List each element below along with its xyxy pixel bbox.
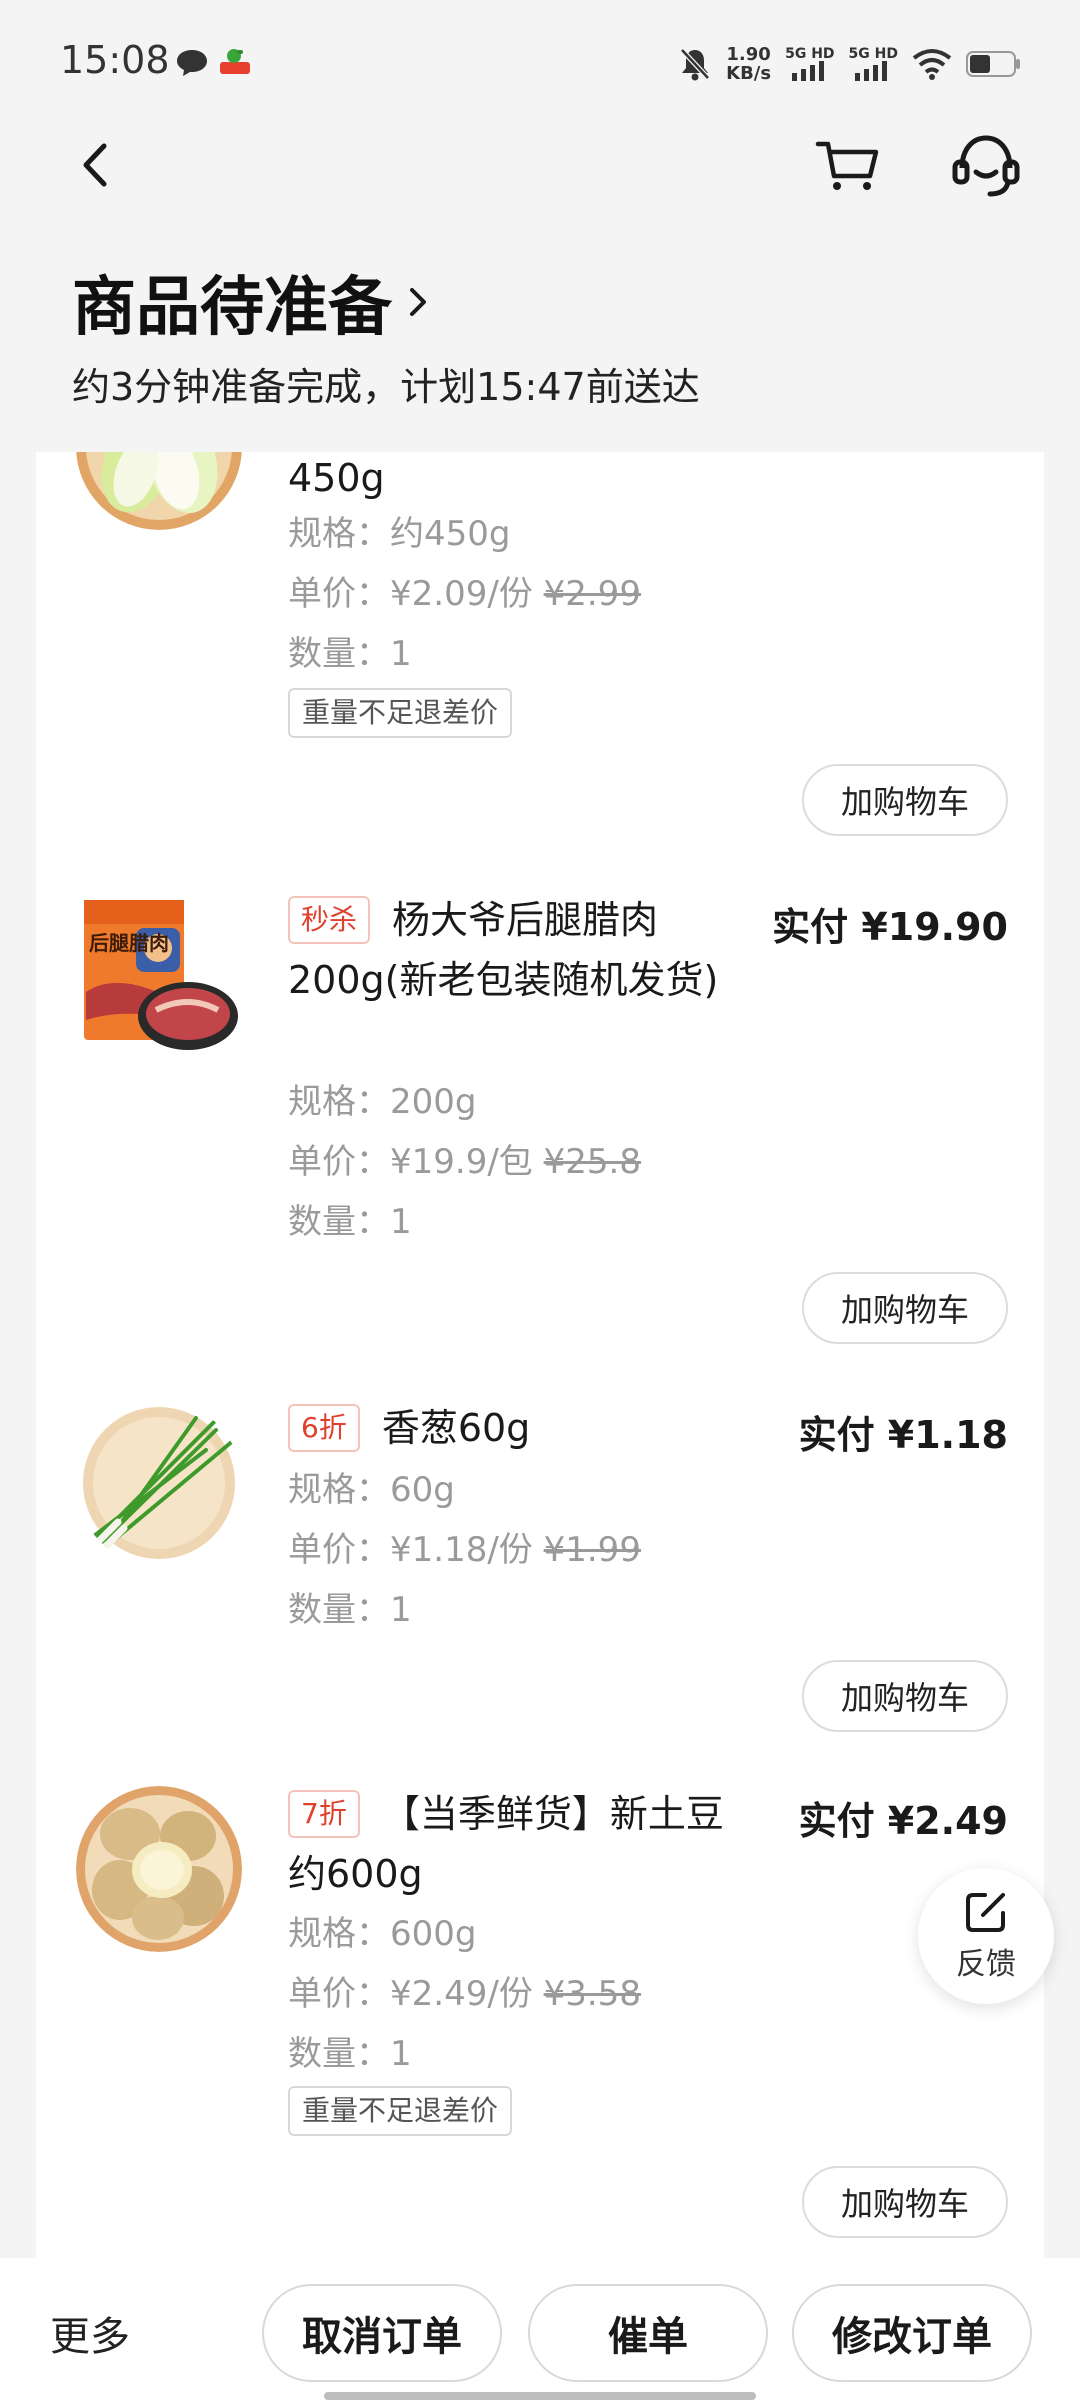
- unit-price-text: 单价：¥2.09/份: [288, 574, 544, 614]
- bottom-action-bar: 更多 取消订单 催单 修改订单: [0, 2258, 1080, 2408]
- urge-order-button[interactable]: 催单: [528, 2284, 768, 2382]
- original-price: ¥3.58: [543, 1974, 641, 2014]
- signal-sim2: 5G HD: [849, 47, 898, 81]
- page-title[interactable]: 商品待准备: [72, 256, 430, 348]
- signal-bars-icon: [855, 61, 888, 81]
- shopping-cart-icon[interactable]: [812, 130, 882, 200]
- delivery-eta: 约3分钟准备完成，计划15:47前送达: [72, 365, 700, 409]
- refund-difference-tag: 重量不足退差价: [288, 2086, 513, 2136]
- add-to-cart-button[interactable]: 加购物车: [802, 1272, 1008, 1344]
- order-item: 后腿腊肉 秒杀 杨大爷后腿腊肉200g(新老包装随机发货) 实付 ¥19.90 规…: [36, 892, 1044, 1352]
- unit-price-text: 单价：¥2.49/份: [288, 1974, 544, 2014]
- product-name-text: 香葱60g: [381, 1406, 531, 1450]
- modify-order-button[interactable]: 修改订单: [792, 2284, 1032, 2382]
- signal-sim2-label: 5G HD: [848, 46, 898, 62]
- order-item: 6折 香葱60g 实付 ¥1.18 规格：60g 单价：¥1.18/份 ¥1.99…: [36, 1400, 1044, 1780]
- original-price: ¥2.99: [543, 574, 641, 614]
- original-price: ¥25.8: [543, 1142, 641, 1182]
- product-image-text: 后腿腊肉: [89, 931, 169, 955]
- product-name[interactable]: 450g: [288, 452, 385, 508]
- discount-tag: 6折: [288, 1404, 360, 1452]
- product-spec: 规格：600g: [288, 1914, 477, 1954]
- original-price: ¥1.99: [543, 1530, 641, 1570]
- product-quantity: 数量：1: [288, 1590, 412, 1630]
- product-name[interactable]: 6折 香葱60g: [288, 1398, 738, 1458]
- status-indicators: 1.90 KB/s 5G HD 5G HD: [678, 40, 1022, 88]
- product-image-potato[interactable]: [76, 1786, 242, 1952]
- product-spec: 规格：200g: [288, 1082, 477, 1122]
- paid-amount: 实付 ¥1.18: [798, 1413, 1008, 1457]
- wifi-icon: [912, 49, 952, 80]
- product-spec: 规格：约450g: [288, 514, 511, 554]
- product-unit-price: 单价：¥2.09/份 ¥2.99: [288, 574, 641, 614]
- feedback-button[interactable]: 反馈: [918, 1868, 1054, 2004]
- network-speed-unit: KB/s: [726, 63, 772, 84]
- grocery-app-notification-icon: [220, 49, 250, 74]
- refund-difference-tag: 重量不足退差价: [288, 688, 513, 738]
- feedback-label: 反馈: [956, 1947, 1016, 1982]
- status-time: 15:08: [60, 38, 170, 82]
- product-image-scallion[interactable]: [76, 1400, 242, 1566]
- network-speed: 1.90 KB/s: [726, 45, 771, 83]
- more-button[interactable]: 更多: [50, 2304, 130, 2362]
- product-quantity: 数量：1: [288, 634, 412, 674]
- product-spec: 规格：60g: [288, 1470, 455, 1510]
- add-to-cart-button[interactable]: 加购物车: [802, 764, 1008, 836]
- cancel-order-button[interactable]: 取消订单: [262, 2284, 502, 2382]
- product-unit-price: 单价：¥1.18/份 ¥1.99: [288, 1530, 641, 1570]
- status-bar: 15:08 1.90 KB/s 5G HD 5G HD: [0, 0, 1080, 120]
- product-name[interactable]: 秒杀 杨大爷后腿腊肉200g(新老包装随机发货): [288, 890, 738, 1010]
- product-image-cabbage[interactable]: [76, 452, 242, 530]
- back-icon[interactable]: [60, 130, 130, 200]
- product-unit-price: 单价：¥19.9/包 ¥25.8: [288, 1142, 641, 1182]
- order-item-list[interactable]: 450g 规格：约450g 单价：¥2.09/份 ¥2.99 数量：1 重量不足…: [36, 452, 1044, 2258]
- signal-sim1: 5G HD: [785, 46, 835, 81]
- message-notification-icon: [177, 50, 207, 76]
- product-image-cured-pork[interactable]: 后腿腊肉: [76, 892, 242, 1058]
- mute-bell-icon: [680, 48, 710, 81]
- product-unit-price: 单价：¥2.49/份 ¥3.58: [288, 1974, 641, 2014]
- paid-amount: 实付 ¥2.49: [798, 1799, 1008, 1843]
- order-item: 7折 【当季鲜货】新土豆约600g 实付 ¥2.49 规格：600g 单价：¥2.…: [36, 1786, 1044, 2246]
- product-name[interactable]: 7折 【当季鲜货】新土豆约600g: [288, 1784, 738, 1904]
- product-quantity: 数量：1: [288, 1202, 412, 1242]
- network-speed-value: 1.90: [726, 44, 771, 65]
- page-title-text: 商品待准备: [72, 271, 392, 345]
- edit-feedback-icon: [966, 1893, 1005, 1932]
- flash-sale-tag: 秒杀: [288, 896, 371, 944]
- signal-sim1-label: 5G HD: [785, 46, 835, 62]
- order-item: 450g 规格：约450g 单价：¥2.09/份 ¥2.99 数量：1 重量不足…: [36, 452, 1044, 852]
- unit-price-text: 单价：¥1.18/份: [288, 1530, 544, 1570]
- product-quantity: 数量：1: [288, 2034, 412, 2074]
- signal-bars-icon: [791, 61, 824, 81]
- chevron-right-icon: [410, 288, 426, 316]
- unit-price-text: 单价：¥19.9/包: [288, 1142, 544, 1182]
- add-to-cart-button[interactable]: 加购物车: [802, 2166, 1008, 2238]
- customer-service-icon[interactable]: [948, 128, 1024, 204]
- home-indicator[interactable]: [324, 2392, 756, 2400]
- discount-tag: 7折: [288, 1790, 360, 1838]
- battery-icon: [966, 51, 1020, 77]
- add-to-cart-button[interactable]: 加购物车: [802, 1660, 1008, 1732]
- paid-amount: 实付 ¥19.90: [772, 905, 1008, 949]
